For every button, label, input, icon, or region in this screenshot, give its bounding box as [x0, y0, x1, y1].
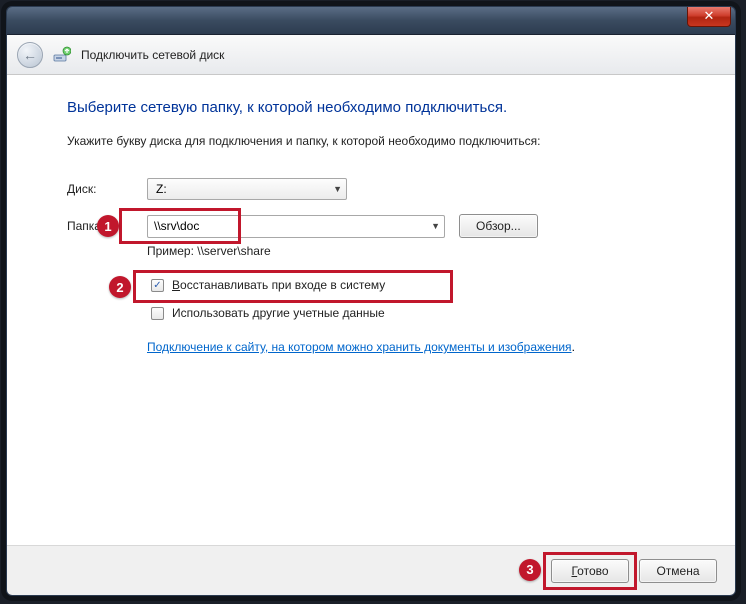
check-icon: ✓ — [153, 280, 161, 291]
finish-button[interactable]: Готово — [551, 559, 629, 583]
cancel-button[interactable]: Отмена — [639, 559, 717, 583]
network-drive-icon — [53, 46, 71, 64]
wizard-header: ← Подключить сетевой диск — [7, 35, 735, 75]
other-creds-checkbox-row[interactable]: Использовать другие учетные данные — [147, 302, 697, 324]
other-creds-checkbox[interactable] — [151, 307, 164, 320]
folder-row: Папка: 1 \\srv\doc ▼ Обзор... — [67, 214, 697, 238]
chevron-down-icon: ▼ — [333, 184, 342, 194]
drive-row: Диск: Z: ▼ — [67, 178, 697, 200]
arrow-left-icon: ← — [23, 47, 37, 63]
browse-button[interactable]: Обзор... — [459, 214, 538, 238]
annotation-badge-2: 2 — [109, 276, 131, 298]
chevron-down-icon: ▼ — [431, 221, 440, 231]
dialog-window: ✕ ← Подключить сетевой диск Выберите сет… — [6, 6, 736, 596]
folder-value: \\srv\doc — [154, 219, 199, 233]
dialog-content: Выберите сетевую папку, к которой необхо… — [7, 75, 735, 545]
reconnect-checkbox-row[interactable]: ✓ Восстанавливать при входе в систему — [147, 274, 697, 296]
drive-select[interactable]: Z: ▼ — [147, 178, 347, 200]
folder-input[interactable]: \\srv\doc ▼ — [147, 215, 445, 238]
drive-label: Диск: — [67, 182, 147, 196]
drive-value: Z: — [156, 182, 167, 196]
other-creds-label: Использовать другие учетные данные — [172, 306, 385, 320]
instruction-text: Укажите букву диска для подключения и па… — [67, 134, 697, 148]
reconnect-checkbox[interactable]: ✓ — [151, 279, 164, 292]
example-text: Пример: \\server\share — [147, 244, 697, 258]
link-period: . — [572, 340, 575, 354]
close-button[interactable]: ✕ — [687, 7, 731, 27]
dialog-footer: 3 Готово Отмена — [7, 545, 735, 595]
reconnect-label: Восстанавливать при входе в систему — [172, 278, 385, 292]
titlebar: ✕ — [7, 7, 735, 35]
annotation-badge-1: 1 — [97, 215, 119, 237]
back-button[interactable]: ← — [17, 42, 43, 68]
header-title: Подключить сетевой диск — [81, 48, 224, 62]
annotation-badge-3: 3 — [519, 559, 541, 581]
connect-website-link[interactable]: Подключение к сайту, на котором можно хр… — [147, 340, 572, 354]
main-heading: Выберите сетевую папку, к которой необхо… — [67, 99, 697, 116]
